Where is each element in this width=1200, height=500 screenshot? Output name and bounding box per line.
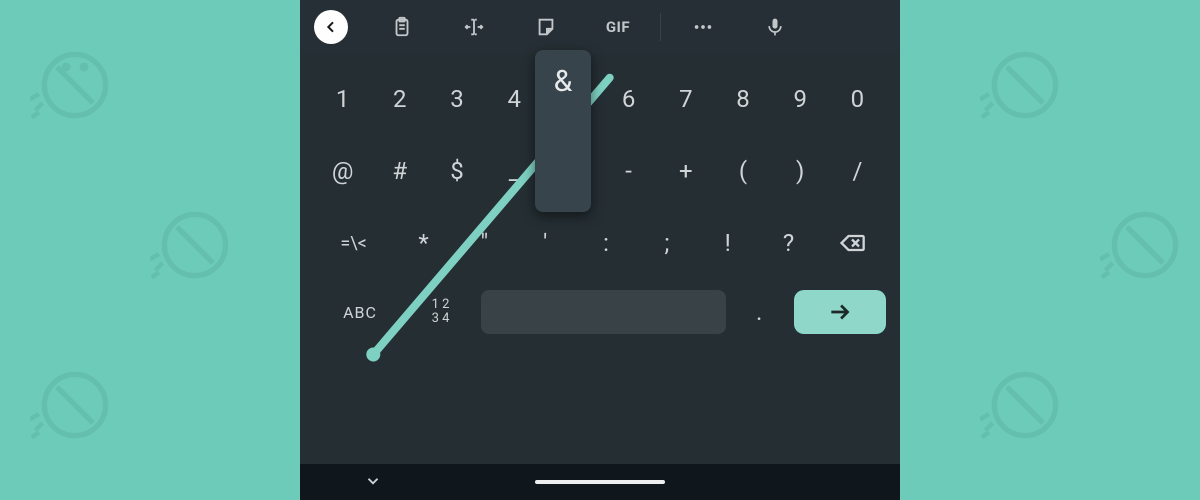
more-button[interactable]	[667, 0, 739, 54]
popup-char: &	[554, 64, 573, 212]
key-8[interactable]: 8	[714, 70, 771, 128]
number-row: 1 2 3 4 5 6 7 8 9 0	[314, 70, 886, 128]
chevron-left-icon	[323, 19, 339, 35]
key-enter[interactable]	[794, 290, 886, 334]
key-more-symbols[interactable]: =\<	[314, 214, 393, 272]
key-apostrophe[interactable]: '	[515, 214, 576, 272]
text-cursor-button[interactable]	[438, 0, 510, 54]
keyboard-toolbar: GIF	[300, 0, 900, 54]
key-paren-open[interactable]: (	[714, 142, 771, 200]
clipboard-icon	[391, 16, 413, 38]
back-button[interactable]	[314, 10, 348, 44]
backspace-icon	[838, 229, 866, 257]
clipboard-button[interactable]	[366, 0, 438, 54]
symbol-row-1: @ # $ _ & - + ( ) /	[314, 142, 886, 200]
key-1[interactable]: 1	[314, 70, 371, 128]
more-horizontal-icon	[692, 16, 714, 38]
symbol-row-2: =\< * " ' : ; ! ?	[314, 214, 886, 272]
key-minus[interactable]: -	[600, 142, 657, 200]
arrow-right-icon	[827, 299, 853, 325]
text-cursor-icon	[463, 16, 485, 38]
toolbar-separator	[660, 13, 661, 41]
key-question[interactable]: ?	[758, 214, 819, 272]
key-slash[interactable]: /	[829, 142, 886, 200]
voice-button[interactable]	[739, 0, 811, 54]
key-hash[interactable]: #	[371, 142, 428, 200]
key-7[interactable]: 7	[657, 70, 714, 128]
chevron-down-icon	[364, 472, 382, 490]
system-nav-bar	[300, 464, 900, 500]
gesture-nav-pill[interactable]	[535, 480, 665, 484]
key-exclaim[interactable]: !	[697, 214, 758, 272]
key-plus[interactable]: +	[657, 142, 714, 200]
key-3[interactable]: 3	[428, 70, 485, 128]
key-numpad[interactable]: 1 2 3 4	[406, 286, 475, 338]
key-backspace[interactable]	[819, 214, 886, 272]
key-9[interactable]: 9	[772, 70, 829, 128]
bottom-row: ABC 1 2 3 4 .	[314, 286, 886, 338]
key-0[interactable]: 0	[829, 70, 886, 128]
sticker-button[interactable]	[510, 0, 582, 54]
key-colon[interactable]: :	[576, 214, 637, 272]
sticker-icon	[535, 16, 557, 38]
key-semicolon[interactable]: ;	[636, 214, 697, 272]
key-at[interactable]: @	[314, 142, 371, 200]
keyboard-collapse-button[interactable]	[364, 472, 382, 494]
key-period[interactable]: .	[732, 286, 786, 338]
gif-label: GIF	[606, 18, 630, 36]
key-dollar[interactable]: $	[428, 142, 485, 200]
microphone-icon	[765, 17, 785, 37]
keyboard-grid: & 1 2 3 4 5 6 7 8 9 0 @ # $ _ & - + ( ) …	[300, 54, 900, 464]
gif-button[interactable]: GIF	[582, 0, 654, 54]
keyboard-panel: GIF & 1 2 3 4 5 6 7 8 9 0 @ # $	[300, 0, 900, 500]
key-paren-close[interactable]: )	[772, 142, 829, 200]
key-space[interactable]	[481, 290, 726, 334]
key-2[interactable]: 2	[371, 70, 428, 128]
key-preview-popup: &	[535, 50, 591, 212]
